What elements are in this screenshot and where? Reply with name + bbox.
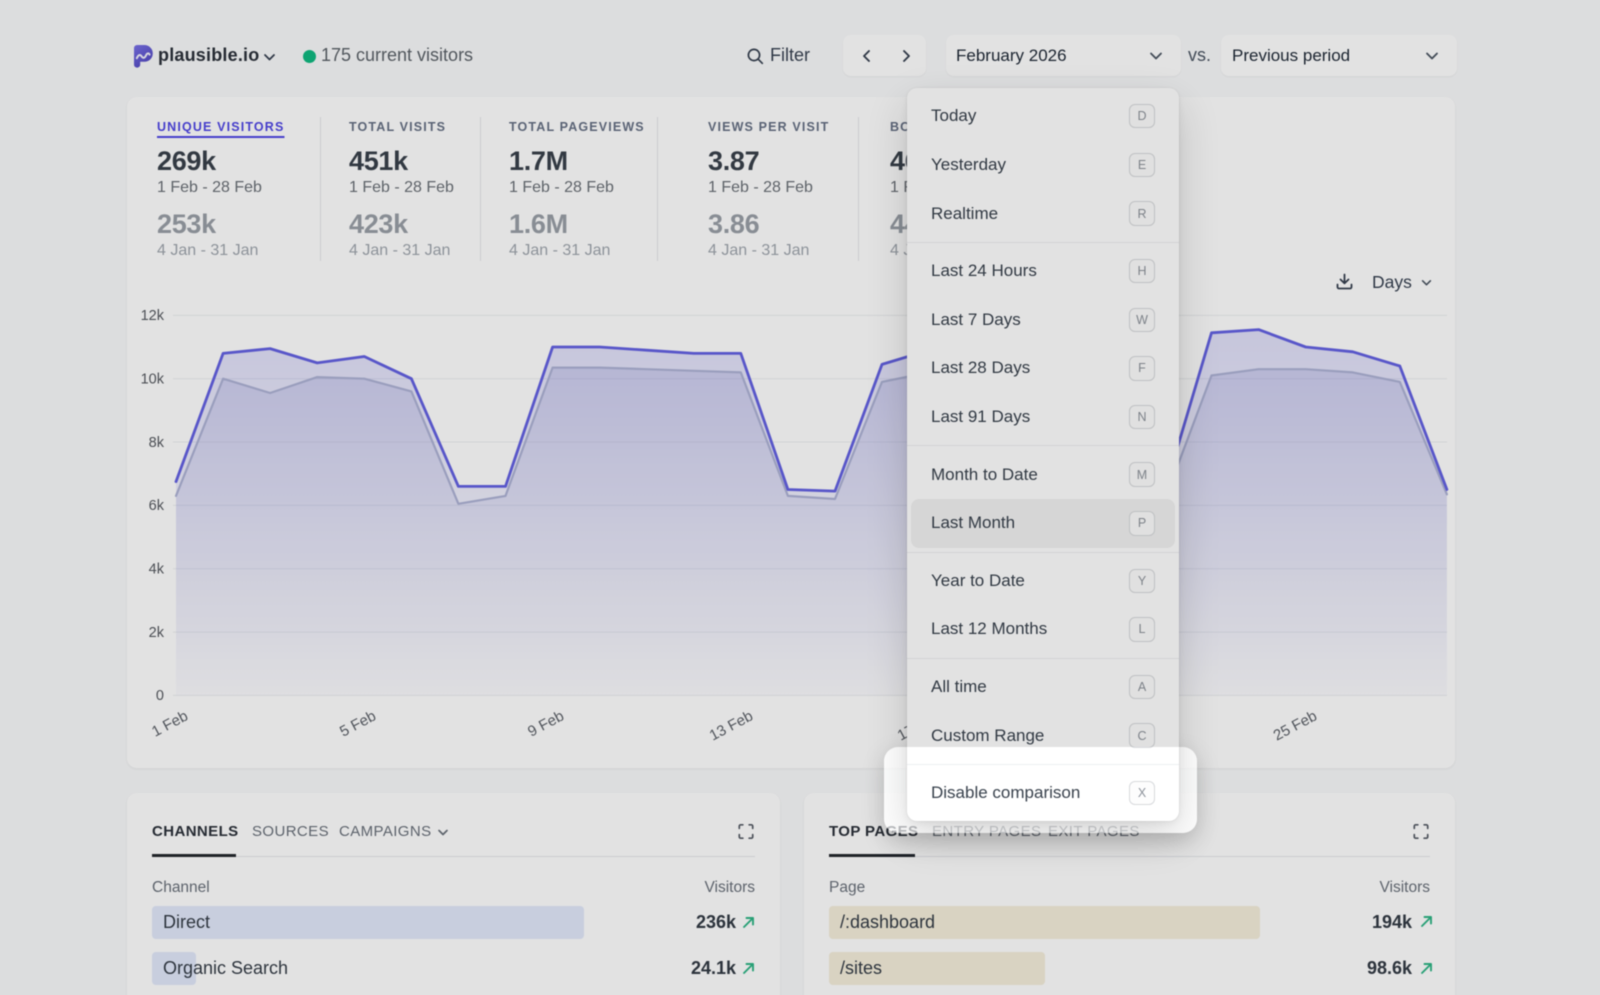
svg-text:13 Feb: 13 Feb xyxy=(707,708,756,745)
svg-text:6k: 6k xyxy=(149,498,165,514)
svg-text:5 Feb: 5 Feb xyxy=(337,708,379,741)
svg-text:0: 0 xyxy=(156,688,164,704)
svg-text:25 Feb: 25 Feb xyxy=(1271,708,1320,745)
svg-text:2k: 2k xyxy=(149,625,165,641)
svg-text:8k: 8k xyxy=(149,435,165,451)
svg-text:4k: 4k xyxy=(149,562,165,578)
svg-text:12k: 12k xyxy=(141,308,165,324)
svg-text:10k: 10k xyxy=(141,372,165,388)
svg-text:9 Feb: 9 Feb xyxy=(525,708,567,741)
svg-text:1 Feb: 1 Feb xyxy=(149,708,191,741)
